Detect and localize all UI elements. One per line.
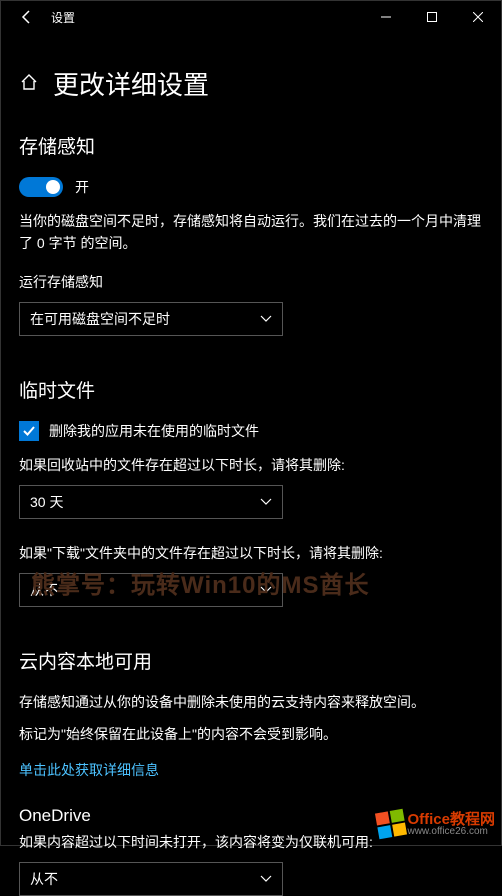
page-title: 更改详细设置 bbox=[53, 65, 209, 102]
checkbox-label: 删除我的应用未在使用的临时文件 bbox=[49, 421, 259, 441]
close-button[interactable] bbox=[455, 1, 501, 33]
chevron-down-icon bbox=[260, 872, 272, 886]
cloud-content-heading: 云内容本地可用 bbox=[19, 647, 483, 674]
chevron-down-icon bbox=[260, 495, 272, 509]
run-storage-sense-select[interactable]: 在可用磁盘空间不足时 bbox=[19, 302, 283, 336]
more-info-link[interactable]: 单击此处获取详细信息 bbox=[19, 760, 159, 780]
chevron-down-icon bbox=[260, 312, 272, 326]
temp-files-heading: 临时文件 bbox=[19, 376, 483, 403]
select-value: 从不 bbox=[30, 869, 58, 889]
onedrive-select[interactable]: 从不 bbox=[19, 862, 283, 896]
back-button[interactable] bbox=[9, 1, 45, 33]
select-value: 30 天 bbox=[30, 492, 63, 512]
cloud-desc-2: 标记为"始终保留在此设备上"的内容不会受到影响。 bbox=[19, 724, 483, 746]
minimize-button[interactable] bbox=[363, 1, 409, 33]
home-icon[interactable] bbox=[19, 72, 39, 95]
recycle-bin-select[interactable]: 30 天 bbox=[19, 485, 283, 519]
cloud-desc-1: 存储感知通过从你的设备中删除未使用的云支持内容来释放空间。 bbox=[19, 692, 483, 714]
storage-sense-description: 当你的磁盘空间不足时，存储感知将自动运行。我们在过去的一个月中清理了 0 字节 … bbox=[19, 211, 483, 254]
chevron-down-icon bbox=[260, 583, 272, 597]
storage-sense-toggle[interactable] bbox=[19, 177, 63, 197]
storage-sense-toggle-row: 开 bbox=[19, 177, 483, 197]
onedrive-heading: OneDrive bbox=[19, 806, 483, 826]
storage-sense-heading: 存储感知 bbox=[19, 132, 483, 159]
run-storage-sense-label: 运行存储感知 bbox=[19, 272, 483, 292]
delete-temp-checkbox[interactable] bbox=[19, 421, 39, 441]
select-value: 在可用磁盘空间不足时 bbox=[30, 309, 170, 329]
delete-temp-checkbox-row: 删除我的应用未在使用的临时文件 bbox=[19, 421, 483, 441]
select-value: 从不 bbox=[30, 580, 58, 600]
recycle-bin-label: 如果回收站中的文件存在超过以下时长，请将其删除: bbox=[19, 455, 483, 475]
page-header: 更改详细设置 bbox=[19, 65, 483, 102]
toggle-label: 开 bbox=[75, 177, 89, 197]
window-title: 设置 bbox=[51, 9, 75, 26]
downloads-label: 如果"下载"文件夹中的文件存在超过以下时长，请将其删除: bbox=[19, 543, 483, 563]
maximize-button[interactable] bbox=[409, 1, 455, 33]
downloads-select[interactable]: 从不 bbox=[19, 573, 283, 607]
titlebar: 设置 bbox=[1, 1, 501, 33]
onedrive-label: 如果内容超过以下时间未打开，该内容将变为仅联机可用: bbox=[19, 832, 483, 852]
